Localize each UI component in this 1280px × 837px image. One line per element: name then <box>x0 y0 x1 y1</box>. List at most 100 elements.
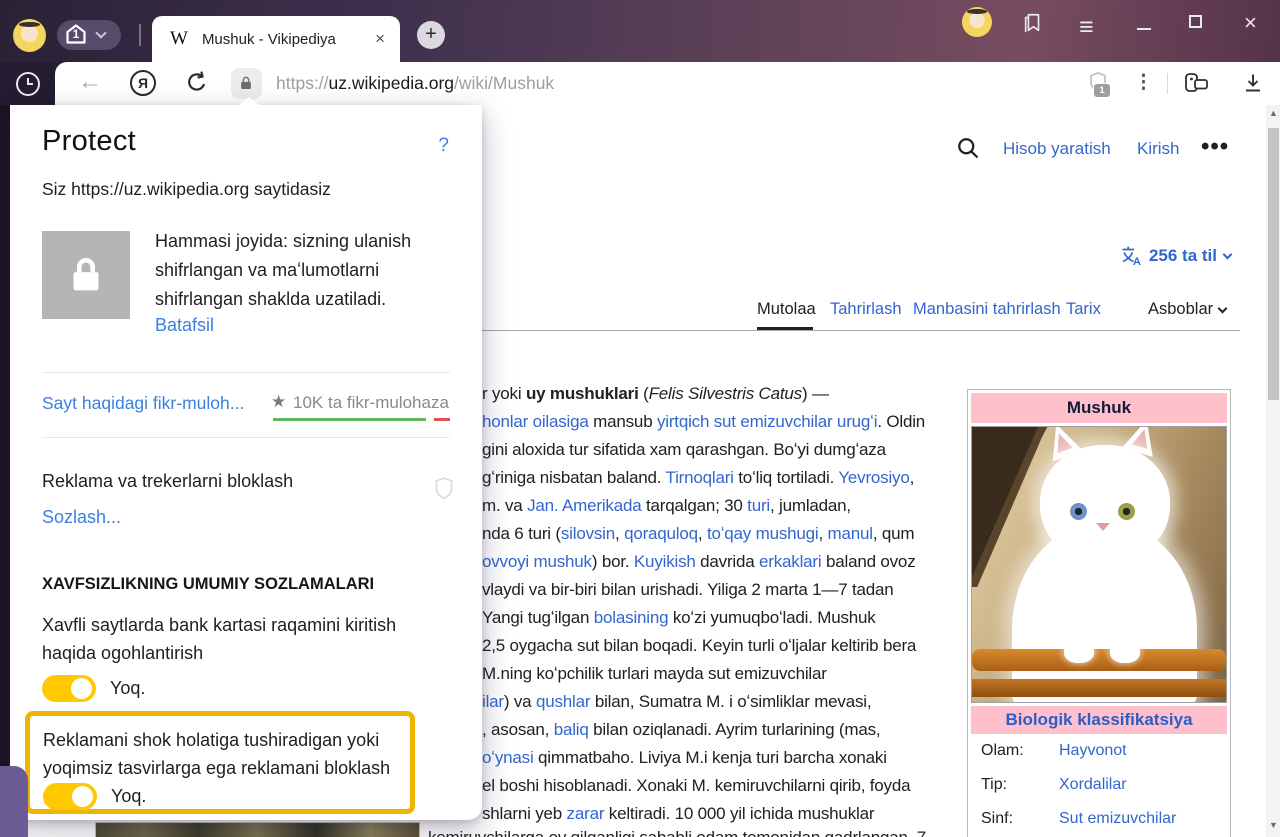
article-line: ovvoyi mushuk) bor. Kuyikish davrida erk… <box>482 548 952 576</box>
shock-ads-toggle[interactable] <box>43 783 97 810</box>
article-link[interactable]: zarar <box>567 804 605 823</box>
profile-avatar[interactable] <box>13 19 46 52</box>
tab-read[interactable]: Mutolaa <box>757 300 816 319</box>
help-link[interactable]: ? <box>438 135 449 157</box>
infobox-row-label: Tip: <box>971 776 1059 794</box>
sidebar-bottom-accent <box>0 766 28 837</box>
article-link[interactable]: Jan. Amerikada <box>527 496 641 515</box>
bank-warning-toggle[interactable] <box>42 675 96 702</box>
wooden-rod <box>972 649 1226 671</box>
article-link[interactable]: toʻqay mushugi <box>707 524 819 543</box>
article-link[interactable]: bolasining <box>594 608 669 627</box>
browser-tab[interactable]: W Mushuk - Vikipediya × <box>152 16 400 62</box>
tab-count: 1 <box>64 27 88 41</box>
profile-avatar-right[interactable] <box>962 7 992 37</box>
feedback-count[interactable]: 10K ta fikr-mulohaza <box>293 393 449 413</box>
infobox-row: Sinf: Sut emizuvchilar <box>971 802 1227 836</box>
extensions-keyfob-icon[interactable] <box>1183 70 1211 96</box>
article-link[interactable]: manul <box>828 524 873 543</box>
article-link[interactable]: Tirnoqlari <box>666 468 734 487</box>
article-link[interactable]: Kuyikish <box>634 552 696 571</box>
refresh-icon[interactable] <box>184 70 210 96</box>
sidebar-strip <box>0 105 10 767</box>
address-menu-icon[interactable]: ⋮ <box>1134 71 1153 94</box>
article-text: , <box>818 524 827 543</box>
url-field[interactable]: https://uz.wikipedia.org/wiki/Mushuk <box>276 73 554 94</box>
history-clock-icon[interactable] <box>14 70 42 98</box>
article-text: qimmatbaho. Liviya M.i kenja turi barcha… <box>534 748 887 767</box>
bank-warning-label: Xavfli saytlarda bank kartasi raqamini k… <box>42 611 432 667</box>
article-link[interactable]: qushlar <box>536 692 590 711</box>
article-link[interactable]: silovsin <box>561 524 615 543</box>
tab-tools[interactable]: Asboblar <box>1148 300 1226 319</box>
article-link[interactable]: ilar <box>482 692 504 711</box>
search-icon[interactable] <box>955 135 982 162</box>
infobox-row-link[interactable]: Sut emizuvchilar <box>1059 810 1176 828</box>
rating-bar-negative <box>434 418 450 421</box>
article-link[interactable]: qoraquloq <box>624 524 698 543</box>
infobox-row-link[interactable]: Hayvonot <box>1059 742 1127 760</box>
article-lines: r yoki uy mushuklari (Felis Silvestris C… <box>482 380 952 828</box>
wikipedia-favicon: W <box>170 28 188 50</box>
protect-counter-badge: 1 <box>1093 83 1111 98</box>
infobox-row: Olam: Hayvonot <box>971 734 1227 768</box>
bookmarks-icon[interactable] <box>1022 12 1044 34</box>
site-lock-button[interactable] <box>231 68 262 99</box>
login-link[interactable]: Kirish <box>1137 139 1180 159</box>
scrollbar-thumb[interactable] <box>1268 128 1279 400</box>
tab-history[interactable]: Tarix <box>1066 300 1101 319</box>
article-link[interactable]: honlar oilasiga <box>482 412 589 431</box>
article-text: . Oldin <box>877 412 925 431</box>
kitten-paw <box>1064 641 1094 663</box>
scrollbar-down-icon[interactable]: ▼ <box>1269 820 1278 830</box>
article-link[interactable]: turi <box>747 496 770 515</box>
tab-edit-source[interactable]: Manbasini tahrirlash <box>913 300 1061 319</box>
download-icon[interactable] <box>1241 71 1265 95</box>
maximize-icon[interactable] <box>1189 15 1202 28</box>
secure-lock-tile <box>42 231 130 319</box>
article-text: baland ovoz <box>821 552 915 571</box>
menu-icon[interactable]: ≡ <box>1079 13 1094 42</box>
details-link[interactable]: Batafsil <box>155 315 214 336</box>
site-feedback-link[interactable]: Sayt haqidagi fikr-muloh... <box>42 393 244 414</box>
article-text: mansub <box>589 412 657 431</box>
article-text: koʻzi yumuqboʻladi. Mushuk <box>668 608 875 627</box>
create-account-link[interactable]: Hisob yaratish <box>1003 139 1111 159</box>
adblock-settings-link[interactable]: Sozlash... <box>42 507 121 528</box>
article-link[interactable]: erkaklari <box>759 552 821 571</box>
article-link[interactable]: baliq <box>554 720 589 739</box>
article-text: kemiruvchilarga ov qilganligi sababli od… <box>428 828 926 837</box>
article-link[interactable]: Yevrosiyo <box>838 468 909 487</box>
address-separator <box>1167 73 1168 94</box>
article-thumbnail-partial[interactable] <box>95 822 420 837</box>
tab-count-icon: 1 <box>64 23 88 47</box>
article-text: , asosan, <box>482 720 554 739</box>
back-icon[interactable]: ← <box>78 68 102 96</box>
protect-panel: Protect ? Siz https://uz.wikipedia.org s… <box>10 105 482 820</box>
article-text: shlarni yeb <box>482 804 567 823</box>
tab-edit[interactable]: Tahrirlash <box>830 300 902 319</box>
scrollbar-up-icon[interactable]: ▲ <box>1269 108 1278 118</box>
kitten-eye-green <box>1118 503 1135 520</box>
close-window-icon[interactable]: × <box>1244 10 1257 36</box>
infobox-row-link[interactable]: Xordalilar <box>1059 776 1127 794</box>
minimize-icon[interactable] <box>1137 28 1151 30</box>
article-link[interactable]: oʻynasi <box>482 748 534 767</box>
cat-photo[interactable] <box>971 426 1227 703</box>
article-text: toʻliq tortiladi. <box>734 468 839 487</box>
article-text: ) va <box>504 692 536 711</box>
shock-ads-state: Yoq. <box>111 786 146 807</box>
tab-close-icon[interactable]: × <box>375 29 385 49</box>
more-options-icon[interactable]: ••• <box>1201 133 1229 161</box>
tab-group-button[interactable]: 1 <box>57 20 121 50</box>
new-tab-button[interactable]: + <box>417 21 445 49</box>
yandex-home-icon[interactable]: Я <box>130 70 156 96</box>
article-text: gʻriniga nisbatan baland. <box>482 468 666 487</box>
language-selector[interactable]: A 256 ta til <box>1120 245 1231 267</box>
chevron-down-icon[interactable] <box>95 27 106 38</box>
article-text: Yangi tugʻilgan <box>482 608 594 627</box>
article-line: Yangi tugʻilgan bolasining koʻzi yumuqbo… <box>482 604 952 632</box>
article-link[interactable]: yirtqich sut emizuvchilar urugʻi <box>657 412 877 431</box>
article-link[interactable]: ovvoyi mushuk <box>482 552 592 571</box>
article-text: keltiradi. 10 000 yil ichida mushuklar <box>604 804 874 823</box>
